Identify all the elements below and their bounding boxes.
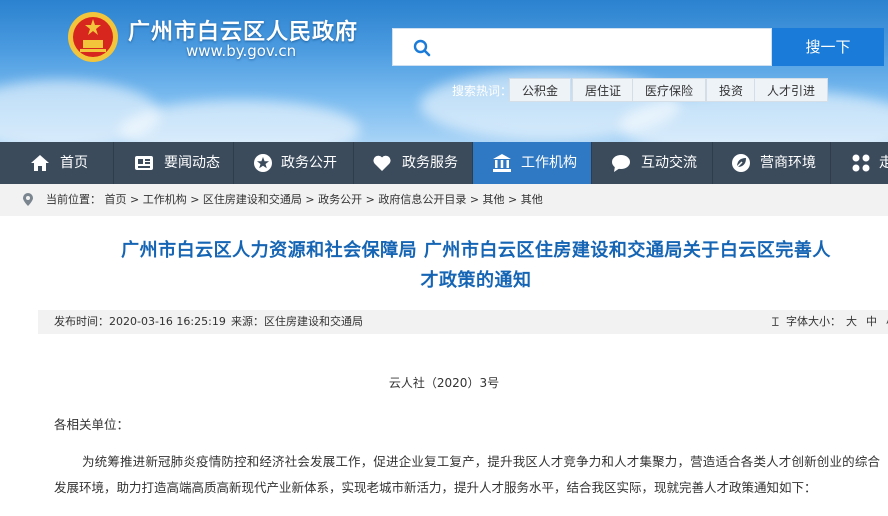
body-paragraph: 为统筹推进新冠肺炎疫情防控和经济社会发展工作，促进企业复工复产，提升我区人才竞争…	[54, 454, 880, 495]
hot-tag-investment[interactable]: 投资	[706, 78, 757, 102]
nav-item-government-affairs[interactable]: 政务公开	[234, 142, 354, 184]
heart-icon	[373, 155, 391, 171]
nav-item-business-environment[interactable]: 营商环境	[713, 142, 831, 184]
nav-item-news[interactable]: 要闻动态	[114, 142, 234, 184]
breadcrumb: 当前位置： 首页 > 工作机构 > 区住房建设和交通局 > 政务公开 > 政府信…	[0, 184, 888, 216]
font-size-large[interactable]: 大	[846, 310, 857, 334]
article-title-line2: 才政策的通知	[420, 270, 532, 291]
search-icon	[413, 39, 431, 57]
nav-label: 政务公开	[281, 155, 337, 171]
search-box[interactable]	[392, 28, 772, 66]
hot-tag-talent-introduction[interactable]: 人才引进	[754, 78, 829, 102]
hot-tag-medical-insurance[interactable]: 医疗保险	[632, 78, 707, 102]
header-banner: 广州市白云区人民政府 www.by.gov.cn 搜一下 搜索热词： 公积金 居…	[0, 0, 888, 142]
location-pin-icon	[23, 193, 33, 206]
text-size-icon: Ɪ	[772, 315, 779, 329]
site-url: www.by.gov.cn	[186, 42, 297, 60]
salutation: 各相关单位：	[54, 417, 130, 432]
hot-tag-residence-permit[interactable]: 居住证	[572, 78, 635, 102]
nav-label: 政务服务	[402, 155, 458, 171]
home-icon	[31, 155, 49, 171]
article-title-line1: 广州市白云区人力资源和社会保障局 广州市白云区住房建设和交通局关于白云区完善人	[121, 240, 831, 261]
hot-search-label: 搜索热词：	[452, 84, 513, 98]
grid-icon	[852, 154, 870, 172]
nav-item-more[interactable]: 走	[831, 142, 888, 184]
nav-item-work-agencies[interactable]: 工作机构	[473, 142, 592, 184]
search-input[interactable]	[439, 33, 763, 63]
nav-label: 互动交流	[641, 155, 697, 171]
font-size-medium[interactable]: 中	[866, 310, 877, 334]
hot-tag-housing-fund[interactable]: 公积金	[509, 78, 572, 102]
nav-item-interaction[interactable]: 互动交流	[592, 142, 713, 184]
font-size-label: 字体大小：	[786, 315, 841, 328]
nav-label: 首页	[60, 155, 88, 171]
publish-time: 发布时间：2020-03-16 16:25:19	[54, 315, 226, 328]
breadcrumb-text[interactable]: 当前位置： 首页 > 工作机构 > 区住房建设和交通局 > 政务公开 > 政府信…	[46, 184, 543, 216]
document-number: 云人社（2020）3号	[388, 376, 500, 390]
nav-label: 工作机构	[521, 155, 577, 171]
building-icon	[493, 154, 511, 172]
article-source: 来源：区住房建设和交通局	[231, 315, 363, 328]
chat-icon	[612, 155, 630, 172]
search-button[interactable]: 搜一下	[772, 28, 884, 66]
main-nav: 首页 要闻动态 政务公开 政务服务 工作机构 互动交流 营商环境 走	[0, 142, 888, 184]
star-icon	[254, 154, 272, 172]
nav-label: 走	[879, 155, 888, 171]
nav-item-home[interactable]: 首页	[0, 142, 114, 184]
nav-label: 营商环境	[760, 155, 816, 171]
news-icon	[135, 156, 153, 170]
nav-item-government-services[interactable]: 政务服务	[354, 142, 473, 184]
article-title: 广州市白云区人力资源和社会保障局 广州市白云区住房建设和交通局关于白云区完善人 …	[66, 236, 886, 296]
cloud-decoration	[0, 80, 160, 142]
article-meta-bar: 发布时间：2020-03-16 16:25:19 来源：区住房建设和交通局 Ɪ …	[38, 310, 888, 334]
national-emblem-icon	[68, 12, 118, 62]
nav-label: 要闻动态	[164, 155, 220, 171]
leaf-icon	[732, 154, 750, 172]
